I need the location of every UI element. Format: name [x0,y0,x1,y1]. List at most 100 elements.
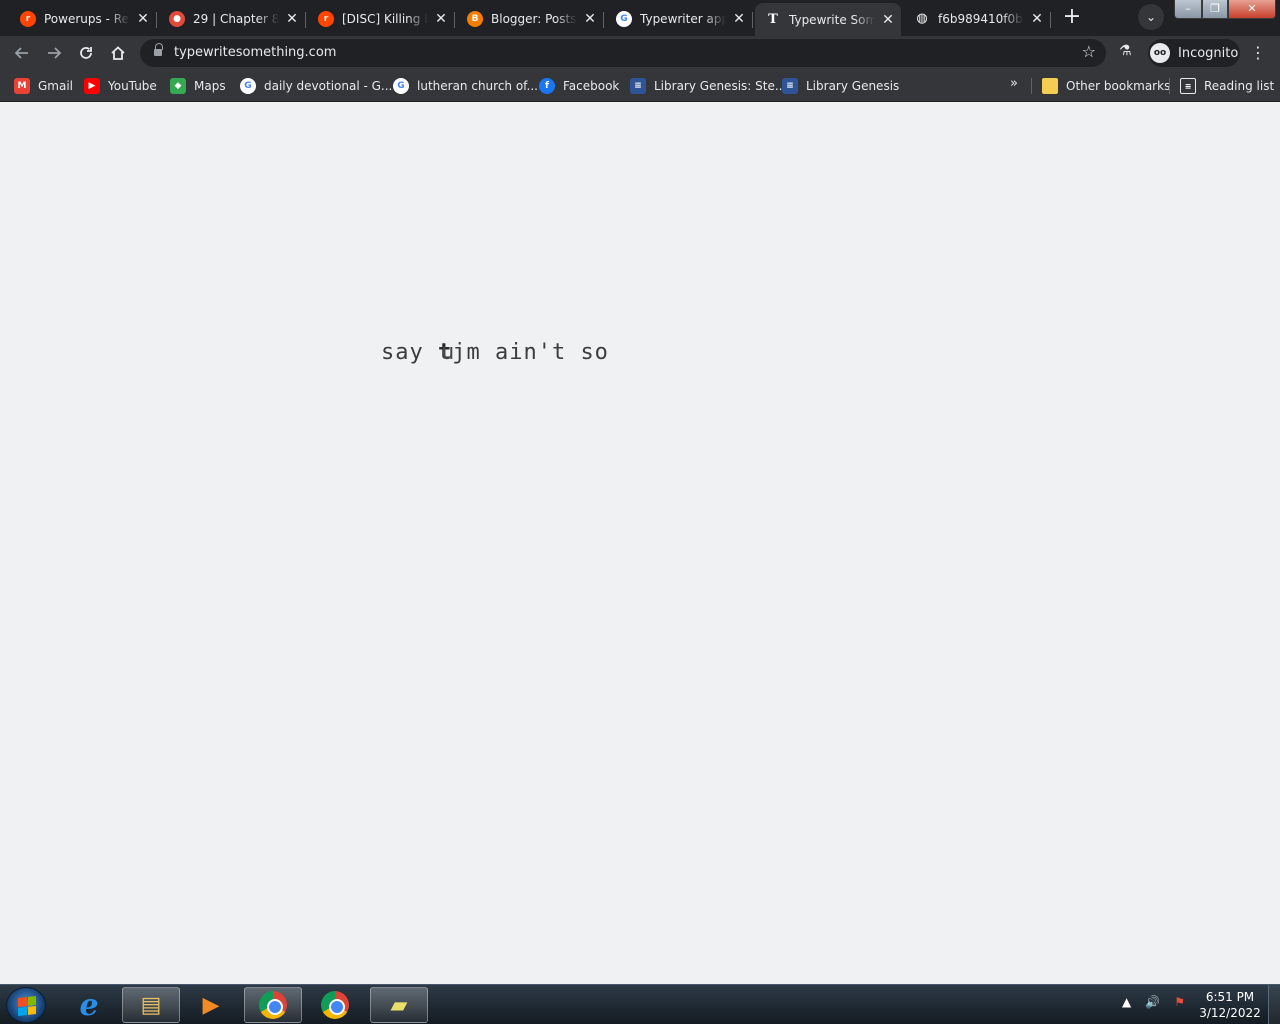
tray-expand-icon[interactable]: ▲ [1122,995,1131,1009]
internet-explorer-icon: e [79,987,99,1023]
libgen-icon: ≡ [630,78,646,94]
taskbar-app[interactable] [306,987,364,1023]
url-text[interactable]: typewritesomething.com [174,45,336,60]
system-tray: ▲ 🔊 ⚑ [1122,995,1185,1009]
browser-tab[interactable]: T Typewrite Something ✕ [755,3,901,36]
browser-tab[interactable]: r [DISC] Killing Bite ✕ [308,4,455,33]
arrow-left-icon [14,47,28,59]
incognito-label: Incognito [1178,45,1239,61]
tab-separator [305,12,306,28]
home-icon [111,46,125,60]
taskbar-app[interactable]: ▤ [122,987,180,1023]
bookmark-item[interactable]: ◆ Maps [170,76,226,96]
bookmark-label: Library Genesis: Ste... [654,79,787,93]
tab-search-button[interactable]: ⌄ [1138,4,1164,30]
tab-title: Typewrite Something [789,12,875,27]
back-button[interactable] [9,40,35,66]
other-bookmarks-button[interactable]: Other bookmarks [1042,76,1170,96]
tab-close-icon[interactable]: ✕ [881,13,895,27]
bookmark-label: Facebook [563,79,620,93]
chrome-beta-icon [258,990,288,1020]
chrome-icon [320,990,350,1020]
bookmark-label: lutheran church of... [417,79,538,93]
windows-logo-icon [18,996,36,1016]
bookmark-item[interactable]: Glutheran church of... [393,76,538,96]
minimize-button[interactable]: – [1174,0,1202,19]
bookmark-label: Library Genesis [806,79,900,93]
facebook-icon: f [539,78,555,94]
typewriter-t-icon: T [768,12,778,27]
browser-toolbar: typewritesomething.com ☆ ⚗ oo Incognito … [0,36,1280,70]
browser-tab[interactable]: ● 29 | Chapter 84 ✕ [159,4,306,33]
folder-icon [1042,78,1058,94]
labs-flask-icon[interactable]: ⚗ [1119,43,1132,59]
bookmark-item[interactable]: ▶ YouTube [84,76,157,96]
google-icon: G [240,78,256,94]
clock-date: 3/12/2022 [1199,1006,1261,1020]
address-bar[interactable]: typewritesomething.com ☆ [140,39,1106,67]
taskbar-app[interactable] [244,987,302,1023]
bookmarks-overflow-button[interactable]: » [1010,76,1018,91]
tab-close-icon[interactable]: ✕ [1030,12,1044,26]
taskbar-app[interactable]: e [60,987,118,1023]
bookmark-item[interactable]: ≡ Library Genesis [782,76,899,96]
close-window-button[interactable]: ✕ [1228,0,1276,19]
start-button[interactable] [6,987,46,1023]
volume-icon[interactable]: 🔊 [1145,995,1160,1009]
more-menu-icon[interactable]: ⋮ [1250,41,1266,65]
taskbar-app[interactable]: ▰ [370,987,428,1023]
maps-icon: ◆ [170,78,186,94]
tab-close-icon[interactable]: ✕ [583,12,597,26]
incognito-profile-button[interactable]: oo Incognito [1148,39,1240,67]
bookmark-item[interactable]: Gdaily devotional - G... [240,76,392,96]
tab-title: f6b989410f0b8 [938,11,1024,26]
reading-list-label: Reading list [1204,79,1275,93]
browser-tab[interactable]: ◍ f6b989410f0b8 ✕ [904,4,1051,33]
tab-separator [156,12,157,28]
bookmark-label: daily devotional - G... [264,79,393,93]
media-player-icon: ▶ [202,992,220,1018]
browser-tab[interactable]: B Blogger: Posts ✕ [457,4,604,33]
bookmarks-divider [1169,78,1170,94]
tab-close-icon[interactable]: ✕ [434,12,448,26]
lock-icon[interactable] [154,43,163,57]
youtube-icon: ▶ [84,78,100,94]
overstruck-character: tu [438,340,456,365]
bookmark-item[interactable]: ≡ Library Genesis: Ste... [630,76,786,96]
tab-title: [DISC] Killing Bite [342,11,428,26]
bookmarks-divider [1031,78,1032,94]
bookmark-label: Gmail [38,79,74,93]
tab-separator [454,12,455,28]
globe-icon: ◍ [916,11,928,26]
taskbar-app[interactable]: ▶ [182,987,240,1023]
gmail-icon: M [14,78,30,94]
clock[interactable]: 6:51 PM 3/12/2022 [1196,989,1264,1021]
browser-tab[interactable]: G Typewriter app online ✕ [606,4,753,33]
bookmark-label: YouTube [108,79,157,93]
typewriter-canvas[interactable]: say t u jm ain't so [0,103,1280,984]
tab-separator [603,12,604,28]
forward-button[interactable] [41,40,67,66]
maximize-button[interactable]: ❐ [1202,0,1228,19]
arrow-right-icon [48,47,62,59]
tab-title: Blogger: Posts [491,11,577,26]
google-icon: G [393,78,409,94]
bookmark-item[interactable]: f Facebook [539,76,619,96]
reading-list-button[interactable]: ≡ Reading list [1180,76,1274,96]
home-button[interactable] [105,40,131,66]
reload-button[interactable] [73,40,99,66]
typed-text-after: jm ain't so [452,340,609,365]
new-tab-button[interactable]: + [1058,4,1086,32]
tab-close-icon[interactable]: ✕ [732,12,746,26]
bookmark-label: Maps [194,79,226,93]
bookmark-star-icon[interactable]: ☆ [1082,42,1096,61]
file-explorer-icon: ▤ [140,992,162,1018]
bookmark-item[interactable]: M Gmail [14,76,73,96]
overstrike-glyph-b: u [440,340,456,365]
reload-icon [80,47,92,59]
show-desktop-button[interactable] [1268,985,1280,1024]
tab-close-icon[interactable]: ✕ [136,12,150,26]
action-center-flag-icon[interactable]: ⚑ [1174,995,1185,1009]
tab-close-icon[interactable]: ✕ [285,12,299,26]
browser-tab[interactable]: r Powerups - Reddit ✕ [10,4,157,33]
